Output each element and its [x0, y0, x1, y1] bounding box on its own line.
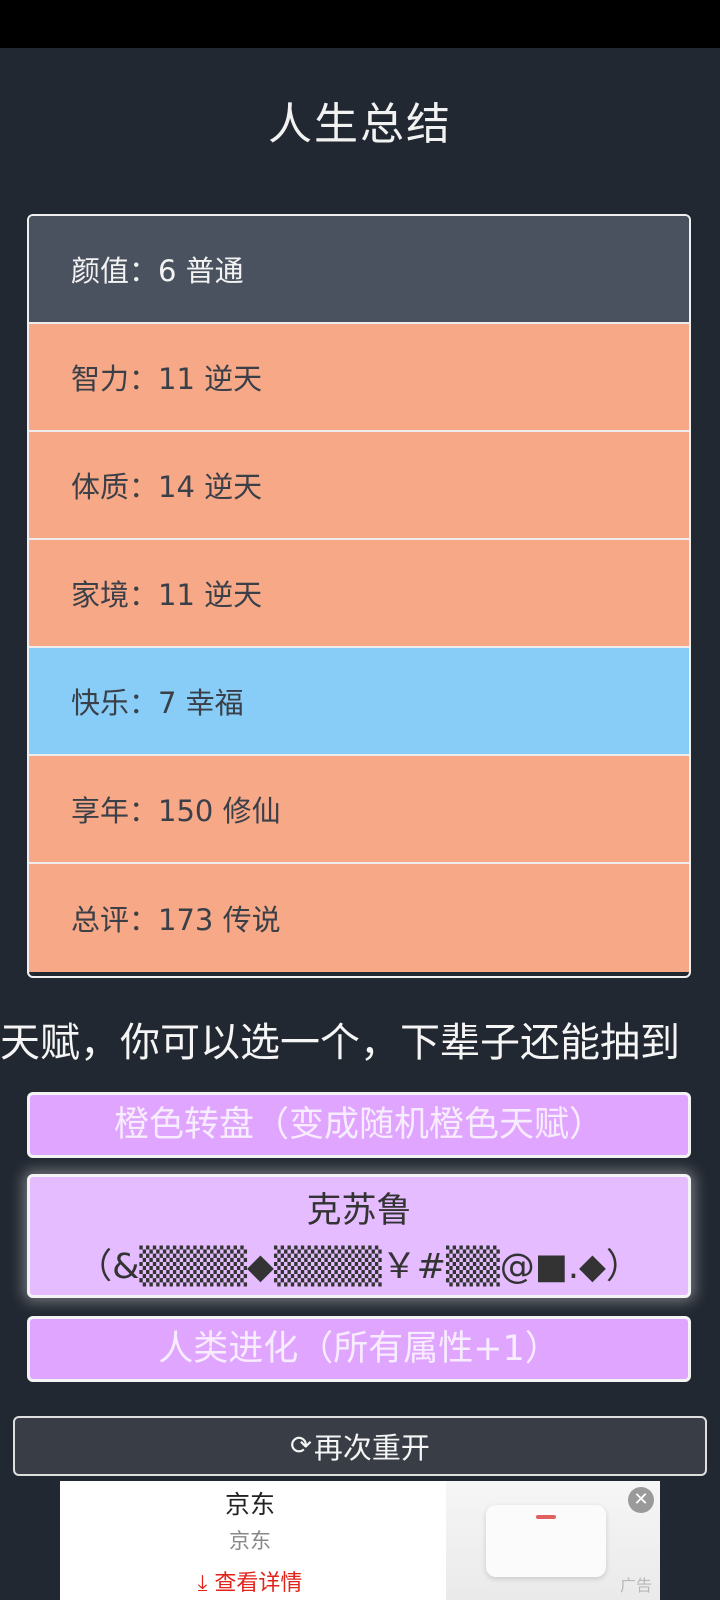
- talent-option-human-evolution[interactable]: 人类进化（所有属性+1）: [27, 1316, 691, 1382]
- close-icon[interactable]: ✕: [628, 1487, 654, 1513]
- summary-row-family: 家境：11 逆天: [29, 540, 689, 648]
- restart-label: 再次重开: [313, 1431, 430, 1465]
- restart-button[interactable]: ⟳ 再次重开: [13, 1416, 707, 1476]
- summary-row-constitution: 体质：14 逆天: [29, 432, 689, 540]
- page-title: 人生总结: [268, 99, 452, 150]
- talent-option-orange-wheel[interactable]: 橙色转盘（变成随机橙色天赋）: [27, 1092, 691, 1158]
- life-summary-table: 颜值：6 普通 智力：11 逆天 体质：14 逆天 家境：11 逆天 快乐：7 …: [27, 214, 691, 978]
- summary-row-happiness: 快乐：7 幸福: [29, 648, 689, 756]
- ad-cta-label: 查看详情: [214, 1571, 303, 1596]
- summary-row-lifespan: 享年：150 修仙: [29, 756, 689, 864]
- refresh-icon: ⟳: [290, 1431, 312, 1461]
- talent-prompt: 天赋，你可以选一个，下辈子还能抽到: [0, 1020, 680, 1066]
- talent-option-label: 橙色转盘（变成随机橙色天赋）: [113, 1105, 604, 1145]
- summary-row-intelligence: 智力：11 逆天: [29, 324, 689, 432]
- status-bar: [0, 0, 720, 48]
- talent-option-cthulhu[interactable]: 克苏鲁 （&▒▒▒▒◆▒▒▒▒￥#▒▒@■.◆）: [27, 1174, 691, 1298]
- ad-tag: 广告: [619, 1576, 652, 1595]
- product-scale-image: [486, 1505, 606, 1577]
- download-icon: ⤓: [197, 1571, 208, 1596]
- talent-option-name: 克苏鲁: [306, 1191, 412, 1231]
- ad-subtitle: 京东: [229, 1529, 271, 1553]
- talent-option-description: （&▒▒▒▒◆▒▒▒▒￥#▒▒@■.◆）: [77, 1247, 641, 1287]
- ad-view-details-link[interactable]: ⤓ 查看详情: [60, 1565, 440, 1597]
- talent-option-label: 人类进化（所有属性+1）: [158, 1329, 560, 1369]
- summary-row-appearance: 颜值：6 普通: [29, 216, 689, 324]
- ad-title: 京东: [224, 1490, 275, 1519]
- ad-banner[interactable]: 京东 京东 ⤓ 查看详情 ✕ 广告: [60, 1481, 660, 1600]
- summary-row-overall: 总评：173 传说: [29, 864, 689, 972]
